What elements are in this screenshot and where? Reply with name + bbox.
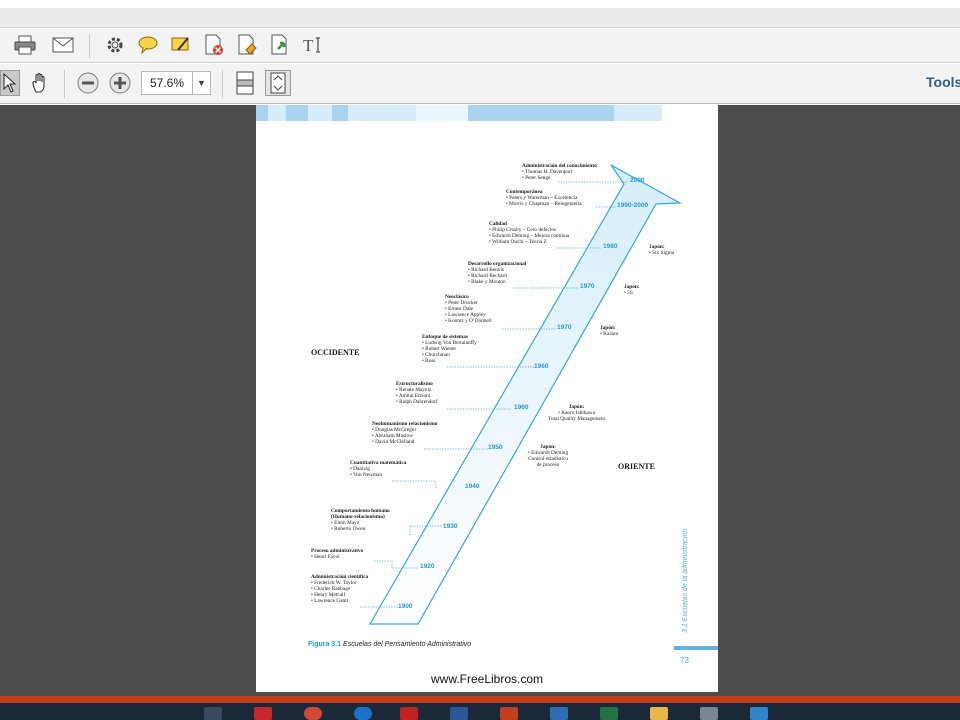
year-label: 1900 [398,603,413,610]
school-item: • Ralph Dahrendorf [396,399,438,405]
school-group: Neoclásico • Peter Drucker • Ernest Dale… [445,294,492,324]
japan-group: Japón: • Kaoru Ishikawa Total Quality Ma… [548,404,605,422]
figure-title: Escuelas del Pensamiento Administrativo [343,641,472,648]
bottom-strip [0,696,960,703]
school-item: • Ross [422,358,436,364]
chevron-down-icon[interactable]: ▼ [192,72,210,94]
fit-page-icon[interactable] [232,70,258,96]
school-group: Comportamiento humano (Humano-relacionis… [331,508,390,532]
year-label: 1930 [443,523,458,530]
school-group: Estructuralismo • Renate Mayntz • Amitai… [396,381,438,405]
settings-icon[interactable] [700,707,718,720]
school-item: • David McClelland [372,439,415,445]
school-group: Administración científica • Frederick W.… [311,574,368,604]
school-group: Enfoque de sistemas • Ludwig Von Bertala… [422,334,477,364]
japan-item: de proceso [536,462,560,468]
school-group: Proceso administrativo • Henri Fayol [311,548,363,560]
outlook-icon[interactable] [550,707,568,720]
app-icon[interactable] [750,707,768,720]
select-arrow-icon[interactable] [0,70,20,96]
year-label: 2000 [630,177,645,184]
school-item: • Morris y Chapman – Reingeniería [506,201,582,207]
school-item: • William Ouchi – Teoría Z [489,239,547,245]
highlight-icon[interactable] [168,32,194,58]
top-strip [0,0,960,8]
school-item: • Lawrence Gantt [311,598,349,604]
year-label: 1970 [580,283,595,290]
main-toolbar: T [0,29,960,63]
chapter-side-label: 3.1 Escuelas de la administración [682,528,689,633]
browser-icon[interactable] [354,707,372,720]
school-group: Calidad • Philip Crosby – Cero defectos … [489,221,569,245]
tools-link[interactable]: Tools [926,74,960,90]
school-group: Desarrollo organizacional • Richard Benn… [468,261,526,285]
region-west-label: OCCIDENTE [311,348,360,357]
figure-caption: Figura 3.1 Escuelas del Pensamiento Admi… [308,641,471,648]
figure-number: Figura 3.1 [308,641,342,648]
share-icon[interactable] [267,32,293,58]
year-label: 1940 [465,483,480,490]
japan-group: Japón: • Edwards Deming Control estadíst… [528,444,568,468]
year-label: 1920 [420,563,435,570]
page-tab-mark [674,646,718,650]
fit-width-icon[interactable] [265,70,291,96]
zoom-combobox[interactable]: 57.6% ▼ [141,71,211,95]
year-label: 1970 [557,324,572,331]
excel-icon[interactable] [600,707,618,720]
powerpoint-icon[interactable] [500,707,518,720]
school-item: • Peter Senge [522,175,551,181]
toolbar-separator [64,70,65,98]
zoom-out-icon[interactable] [75,70,101,96]
japan-item: • Six Sigma [649,250,675,256]
delete-page-icon[interactable] [201,32,227,58]
school-item: • Henri Fayol [311,554,340,560]
school-group: Cuantitativa matemática • Dantzig • Von … [350,460,406,478]
watermark: www.FreeLibros.com [430,672,544,686]
school-group: Neohumanismo relacionismo • Douglas McGr… [372,421,437,445]
year-label: 1980 [603,243,618,250]
toolbar-separator [222,70,223,98]
gmail-icon[interactable] [254,707,272,720]
japan-item: • 5S [624,290,633,296]
email-icon[interactable] [50,32,76,58]
folder-icon[interactable] [650,707,668,720]
zoom-in-icon[interactable] [107,70,133,96]
export-icon[interactable] [234,32,260,58]
japan-group: Japón: • 5S [624,284,640,296]
svg-text:T: T [303,36,314,55]
japan-item: Total Quality Management [548,416,605,422]
pdf-page: Administración del conocimiento • Thomas… [256,105,718,692]
school-item: • Roberto Owen [331,526,366,532]
text-select-icon[interactable]: T [300,32,326,58]
school-item: • Von Newman [350,472,382,478]
gear-icon[interactable] [102,32,128,58]
chrome-icon[interactable] [304,707,322,720]
task-view-icon[interactable] [204,707,222,720]
comment-icon[interactable] [135,32,161,58]
taskbar [0,703,960,720]
japan-group: Japón: • Kaizen [600,325,618,337]
hand-icon[interactable] [28,70,54,96]
school-group: Administración del conocimiento • Thomas… [522,163,597,181]
toolbar-separator [89,34,90,58]
school-item: • Blake y Mouton [468,279,506,285]
japan-item: • Kaizen [600,331,619,337]
year-label: 1960 [534,363,549,370]
year-label: 1990-2000 [617,202,649,209]
japan-group: Japón: • Six Sigma [649,244,674,256]
pdf-reader-icon[interactable] [400,707,418,720]
zoom-value[interactable]: 57.6% [142,72,192,94]
region-east-label: ORIENTE [618,462,655,471]
year-label: 1950 [488,444,503,451]
word-icon[interactable] [450,707,468,720]
school-item: • Koontz y O’Donnell [445,318,492,324]
page-number: 73 [680,656,689,665]
print-icon[interactable] [12,32,38,58]
school-group: Contemporánea • Peters y Waterman – Exce… [506,189,582,207]
title-bar [0,8,960,28]
year-label: 1960 [514,404,529,411]
